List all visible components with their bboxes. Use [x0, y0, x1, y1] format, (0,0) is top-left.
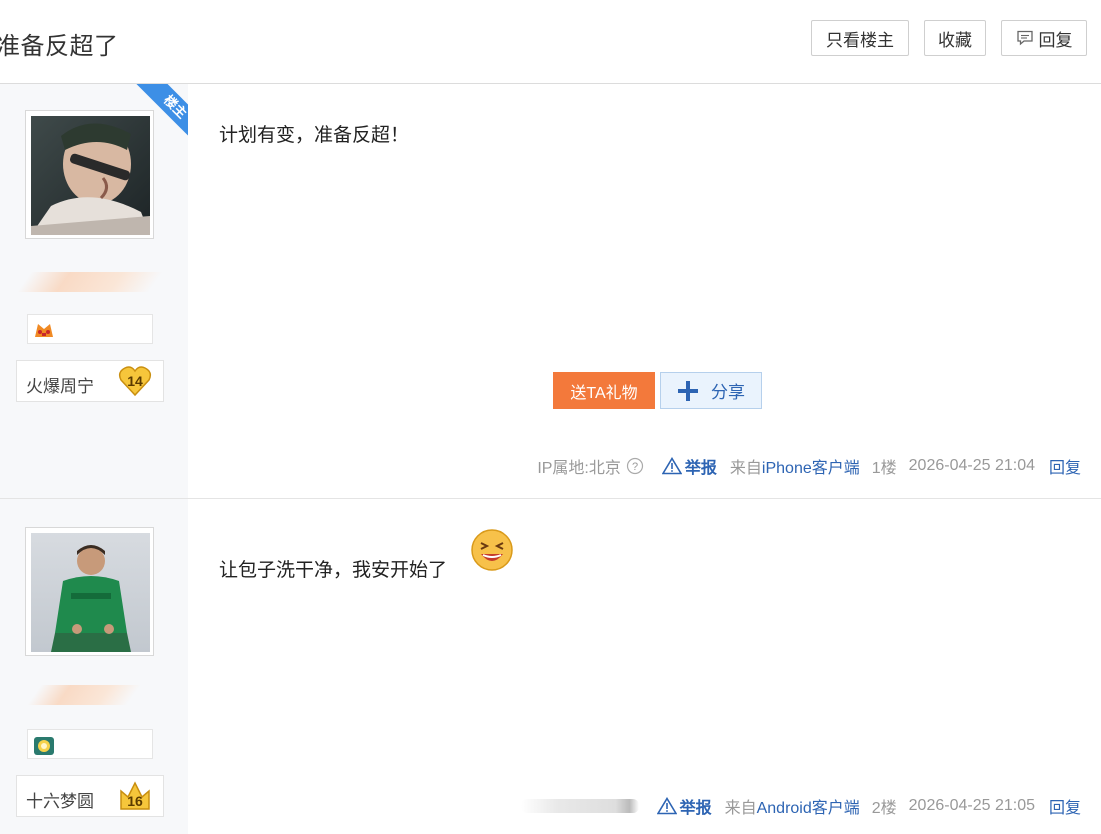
level-badge: 14	[118, 364, 152, 398]
report-label: 举报	[684, 460, 717, 477]
author-sidebar: 十六梦圆 16	[0, 499, 188, 834]
favorite-button[interactable]: 收藏	[924, 20, 986, 56]
post-time: 2026-04-25 21:05	[908, 797, 1035, 814]
ip-location: IP属地:北京 ?	[537, 454, 644, 478]
floor-number: 1楼	[871, 460, 897, 477]
laughing-emoji-icon	[471, 529, 513, 571]
reply-button-label: 回复	[1038, 30, 1073, 50]
send-gift-button[interactable]: 送TA礼物	[553, 372, 655, 409]
post-meta: 举报 来自Android客户端 2楼 2026-04-25 21:05 回复	[520, 794, 1081, 818]
floor-number: 2楼	[871, 800, 897, 817]
report-link[interactable]: 举报	[661, 454, 717, 478]
username: 十六梦圆	[26, 792, 94, 812]
report-label: 举报	[679, 800, 712, 817]
ip-location-blurred	[520, 799, 639, 813]
share-label: 分享	[711, 383, 745, 402]
floor-reply-link[interactable]: 回复	[1049, 794, 1081, 818]
level-number: 16	[127, 793, 143, 809]
owner-tag: 楼主	[131, 84, 188, 151]
username: 火爆周宁	[26, 377, 94, 397]
owner-ribbon: 楼主	[120, 84, 188, 152]
share-button[interactable]: 分享	[660, 372, 762, 409]
member-badge-box[interactable]	[27, 314, 153, 344]
thread-title: 准备反超了	[0, 33, 119, 60]
user-level-box[interactable]: 十六梦圆 16	[16, 775, 164, 817]
post-text: 让包子洗干净，我安开始了	[219, 560, 448, 581]
level-number: 14	[127, 373, 143, 389]
only-owner-button[interactable]: 只看楼主	[811, 20, 909, 56]
report-link[interactable]: 举报	[656, 794, 712, 818]
author-sidebar: 楼主 火爆周宁 14	[0, 84, 188, 498]
member-badge-box[interactable]	[27, 729, 153, 759]
warning-triangle-icon	[661, 457, 682, 475]
client-link[interactable]: Android客户端	[757, 800, 860, 817]
thread-header: 准备反超了 只看楼主 收藏 回复	[0, 0, 1101, 84]
floor-reply-link[interactable]: 回复	[1049, 454, 1081, 478]
badge-icon	[34, 737, 54, 755]
from-prefix: 来自	[729, 460, 762, 477]
from-prefix: 来自	[724, 800, 757, 817]
post-content: 计划有变，准备反超！	[219, 125, 410, 146]
level-badge: 16	[118, 779, 152, 813]
ip-label: IP属地:北京	[537, 460, 621, 477]
warning-triangle-icon	[656, 797, 677, 815]
post-content: 让包子洗干净，我安开始了	[219, 555, 447, 582]
avatar-image	[31, 533, 150, 652]
avatar[interactable]	[25, 527, 154, 656]
post-meta: IP属地:北京 ? 举报 来自iPhone客户端 1楼 2026-04-25 2…	[537, 454, 1081, 478]
username-blurred	[26, 685, 142, 705]
svg-text:?: ?	[632, 461, 638, 473]
post-floor-2: 十六梦圆 16 让包子洗干净，我安开始了 举报 来自Android客户端 2楼 …	[0, 499, 1101, 834]
client-source: 来自iPhone客户端	[730, 454, 860, 478]
client-link[interactable]: iPhone客户端	[762, 460, 860, 477]
user-level-box[interactable]: 火爆周宁 14	[16, 360, 164, 402]
comment-bubble-icon	[1016, 30, 1033, 46]
plus-share-icon	[678, 380, 698, 401]
post-floor-1: 楼主 火爆周宁 14 计划有变，准备反超！ 送TA礼物 分享 IP属地:北京 ?…	[0, 84, 1101, 499]
client-source: 来自Android客户端	[725, 794, 860, 818]
username-blurred	[16, 272, 164, 292]
reply-button[interactable]: 回复	[1001, 20, 1087, 56]
question-circle-icon[interactable]: ?	[626, 457, 644, 475]
badge-icon	[35, 324, 53, 337]
post-time: 2026-04-25 21:04	[908, 457, 1035, 474]
